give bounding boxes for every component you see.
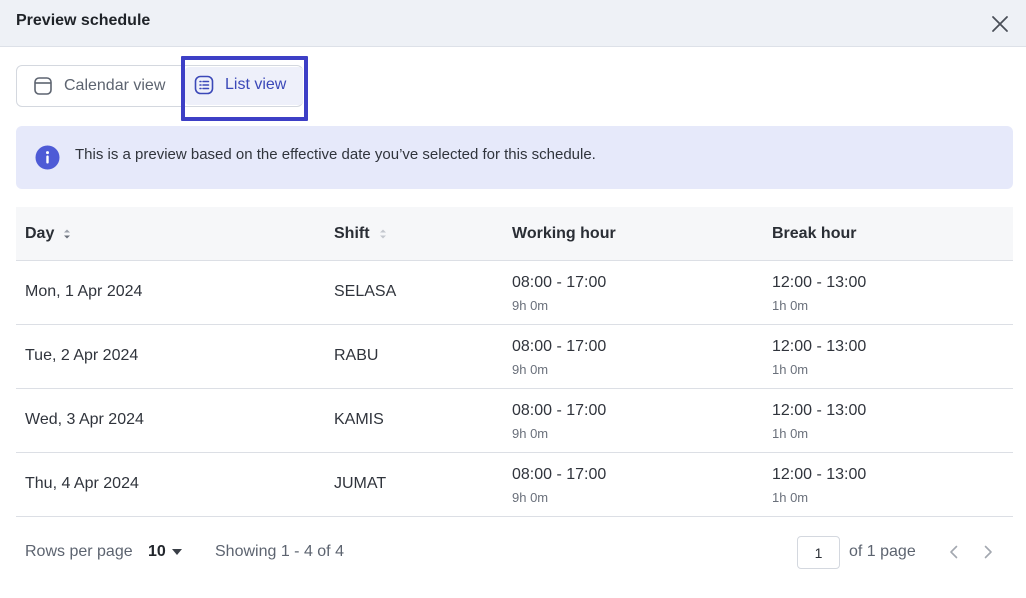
break-hour-range: 12:00 - 13:00 (772, 402, 867, 419)
day-cell: Wed, 3 Apr 2024 (25, 411, 144, 428)
column-header-working-hour: Working hour (512, 225, 616, 243)
table-row: Mon, 1 Apr 2024 SELASA 08:00 - 17:00 9h … (16, 261, 1013, 325)
list-view-button[interactable]: List view (193, 65, 286, 105)
working-hour-range: 08:00 - 17:00 (512, 274, 607, 291)
working-hour-duration: 9h 0m (512, 298, 549, 313)
preview-schedule-modal: Preview schedule Calendar view List view (0, 0, 1026, 598)
pagination-footer: Rows per page 10 Showing 1 - 4 of 4 of 1… (16, 530, 1013, 574)
info-banner: This is a preview based on the effective… (16, 126, 1013, 189)
view-toggle-overlay: List view (16, 65, 303, 107)
working-hour-duration: 9h 0m (512, 362, 549, 377)
break-hour-duration: 1h 0m (772, 490, 809, 505)
caret-down-icon[interactable] (171, 547, 183, 557)
shift-cell: SELASA (334, 283, 397, 300)
column-header-break-hour: Break hour (772, 225, 856, 243)
rows-per-page-select[interactable]: 10 (148, 543, 166, 561)
working-hour-range: 08:00 - 17:00 (512, 466, 607, 483)
showing-range: Showing 1 - 4 of 4 (215, 543, 344, 560)
day-cell: Thu, 4 Apr 2024 (25, 475, 139, 492)
info-icon (35, 145, 60, 170)
column-header-shift-label: Shift (334, 225, 370, 242)
close-icon[interactable] (988, 12, 1012, 36)
modal-header: Preview schedule (0, 0, 1026, 47)
info-banner-message: This is a preview based on the effective… (75, 146, 596, 163)
shift-cell: RABU (334, 347, 379, 364)
shift-cell: JUMAT (334, 475, 387, 492)
working-hour-duration: 9h 0m (512, 426, 549, 441)
break-hour-range: 12:00 - 13:00 (772, 274, 867, 291)
list-view-label: List view (225, 76, 287, 93)
break-hour-range: 12:00 - 13:00 (772, 466, 867, 483)
break-hour-range: 12:00 - 13:00 (772, 338, 867, 355)
working-hour-duration: 9h 0m (512, 490, 549, 505)
day-cell: Mon, 1 Apr 2024 (25, 283, 143, 300)
shift-cell: KAMIS (334, 411, 384, 428)
chevron-right-icon[interactable] (978, 542, 998, 562)
break-hour-duration: 1h 0m (772, 426, 809, 441)
table-row: Thu, 4 Apr 2024 JUMAT 08:00 - 17:00 9h 0… (16, 453, 1013, 517)
column-header-working-hour-label: Working hour (512, 225, 616, 242)
break-hour-duration: 1h 0m (772, 298, 809, 313)
page-number-input[interactable] (797, 536, 840, 569)
column-header-shift[interactable]: Shift (334, 225, 388, 243)
list-icon (194, 75, 214, 95)
chevron-left-icon[interactable] (944, 542, 964, 562)
modal-title: Preview schedule (16, 12, 151, 29)
total-pages-label: of 1 page (849, 543, 916, 560)
table-row: Wed, 3 Apr 2024 KAMIS 08:00 - 17:00 9h 0… (16, 389, 1013, 453)
column-header-day-label: Day (25, 225, 55, 242)
working-hour-range: 08:00 - 17:00 (512, 338, 607, 355)
day-cell: Tue, 2 Apr 2024 (25, 347, 139, 364)
column-header-break-hour-label: Break hour (772, 225, 857, 242)
schedule-table: Day Shift Working hour Break hour Mon, 1… (16, 207, 1013, 517)
break-hour-duration: 1h 0m (772, 362, 809, 377)
sort-icon (379, 229, 386, 239)
column-header-day[interactable]: Day (25, 225, 72, 243)
table-row: Tue, 2 Apr 2024 RABU 08:00 - 17:00 9h 0m… (16, 325, 1013, 389)
rows-per-page-label: Rows per page (25, 543, 133, 560)
sort-icon (64, 229, 71, 239)
table-header: Day Shift Working hour Break hour (16, 207, 1013, 261)
working-hour-range: 08:00 - 17:00 (512, 402, 607, 419)
